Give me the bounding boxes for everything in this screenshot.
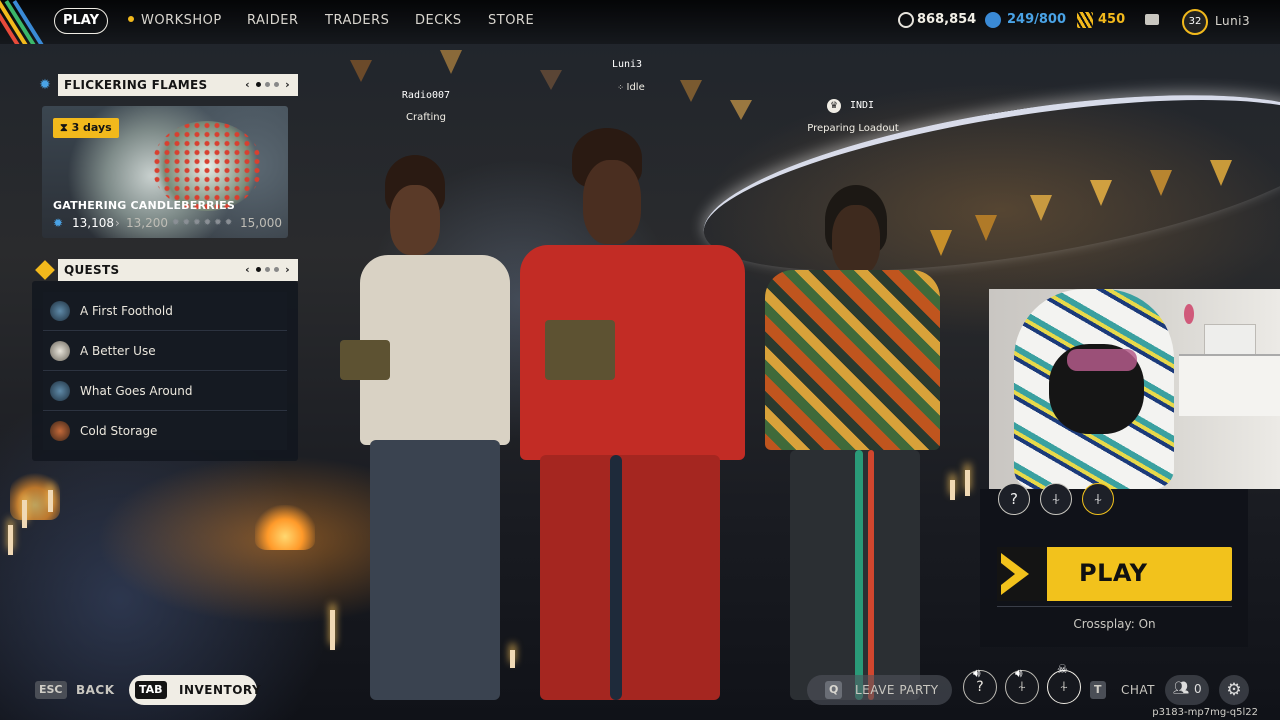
quest-label: A First Foothold	[80, 304, 173, 318]
play-chevron-icon	[997, 547, 1047, 601]
settings-gear-icon[interactable]: ⚙	[1219, 675, 1249, 705]
player-name[interactable]: Luni3	[1215, 14, 1250, 28]
event-progress-value: 13,108	[72, 216, 114, 230]
chevron-right-icon: ›	[115, 216, 120, 230]
raider-token-value: 249/800	[1007, 12, 1067, 27]
coins-icon	[898, 12, 914, 28]
nav-workshop-tab[interactable]: WORKSHOP	[128, 13, 222, 28]
raider-token-icon	[985, 12, 1001, 28]
event-card[interactable]: ⧗ 3 days GATHERING CANDLEBERRIES ✹ 13,10…	[42, 106, 288, 238]
event-progress-icon: ✹	[53, 216, 64, 230]
divider	[997, 606, 1232, 607]
top-nav: PLAY WORKSHOP RAIDER TRADERS DECKS STORE…	[0, 0, 1280, 44]
rainbow-stripe-decoration	[0, 0, 44, 44]
quest-item-a-better-use[interactable]: A Better Use	[43, 332, 287, 371]
quest-giver-avatar-icon	[50, 341, 70, 361]
nav-store-tab[interactable]: STORE	[488, 13, 534, 28]
cred-value: 450	[1098, 12, 1126, 27]
party-leader-name: INDI	[849, 100, 875, 111]
quest-giver-avatar-icon	[50, 301, 70, 321]
cred-icon	[1077, 12, 1093, 28]
party-member-status: Preparing Loadout	[807, 123, 899, 134]
gear-event-icon: ✹	[39, 77, 51, 93]
speaker-icon: 🔊︎	[1015, 666, 1023, 680]
quest-label: Cold Storage	[80, 424, 158, 438]
nav-decks-tab[interactable]: DECKS	[415, 13, 462, 28]
party-slot-unknown-icon[interactable]: ?	[998, 483, 1030, 515]
leave-party-label: LEAVE PARTY	[855, 683, 939, 697]
inventory-button[interactable]: TAB INVENTORY	[129, 675, 261, 705]
quests-panel-header: QUESTS ‹ ›	[58, 259, 298, 281]
party-member-name: Luni3	[611, 59, 643, 70]
quest-label: A Better Use	[80, 344, 156, 358]
party-slot-raider-icon[interactable]: ⍭	[1040, 483, 1072, 515]
mail-icon[interactable]	[1145, 14, 1159, 25]
back-button[interactable]: BACK	[76, 683, 115, 697]
quests-icon	[34, 259, 56, 281]
webcam-overlay	[989, 289, 1280, 489]
inventory-label: INVENTORY	[179, 683, 262, 697]
nav-traders-tab[interactable]: TRADERS	[325, 13, 389, 28]
build-id: p3183-mp7mg-q5l22	[1152, 707, 1258, 718]
party-member-status: Crafting	[406, 112, 446, 123]
party-member-status: ⁘ Idle	[606, 82, 656, 93]
friends-button[interactable]: 👥︎ 0	[1165, 675, 1209, 705]
quest-label: What Goes Around	[80, 384, 193, 398]
notification-dot-icon	[128, 16, 134, 22]
quests-list: A First Foothold A Better Use What Goes …	[32, 281, 298, 461]
quest-giver-avatar-icon	[50, 381, 70, 401]
nav-workshop-label: WORKSHOP	[141, 13, 222, 28]
quest-giver-avatar-icon	[50, 421, 70, 441]
hourglass-icon: ⧗	[60, 121, 72, 134]
event-goal: 15,000	[240, 216, 282, 230]
player-level-badge[interactable]: 32	[1182, 9, 1208, 35]
party-member-name: Radio007	[401, 90, 451, 101]
play-button-label: PLAY	[1079, 559, 1148, 587]
event-panel-header: FLICKERING FLAMES ‹ ›	[58, 74, 298, 96]
speaker-icon: 🔊︎	[973, 666, 981, 680]
party-member-status-text: Idle	[626, 82, 645, 93]
event-time-left: 3 days	[71, 121, 112, 134]
party-slot-raider-icon[interactable]: ⍭	[1082, 483, 1114, 515]
friends-count: 0	[1194, 682, 1202, 696]
tab-key-hint: TAB	[135, 681, 167, 699]
event-name: GATHERING CANDLEBERRIES	[53, 199, 235, 212]
quests-title: QUESTS	[64, 263, 120, 277]
t-key-hint: T	[1090, 681, 1106, 699]
crossplay-status: Crossplay: On	[1073, 617, 1156, 631]
event-title: FLICKERING FLAMES	[64, 78, 208, 92]
nav-play-tab[interactable]: PLAY	[54, 8, 108, 34]
chat-button[interactable]: CHAT	[1121, 683, 1155, 697]
leave-party-button[interactable]: Q LEAVE PARTY	[807, 675, 952, 705]
q-key-hint: Q	[825, 681, 843, 699]
idle-icon: ⁘	[617, 83, 627, 92]
event-time-badge: ⧗ 3 days	[53, 118, 119, 138]
quest-item-a-first-foothold[interactable]: A First Foothold	[43, 292, 287, 331]
play-button[interactable]: PLAY	[997, 547, 1232, 601]
nav-raider-tab[interactable]: RAIDER	[247, 13, 299, 28]
crown-icon: ♛	[827, 99, 841, 113]
quest-item-cold-storage[interactable]: Cold Storage	[43, 412, 287, 450]
quests-pager[interactable]: ‹ ›	[245, 259, 290, 281]
skull-icon: ☠	[1057, 662, 1068, 676]
event-milestone-dots: ✹✹✹✹✹✹	[172, 218, 236, 228]
candleberry-bush-image	[152, 121, 262, 211]
friends-icon: 👥︎	[1173, 681, 1190, 696]
event-pager[interactable]: ‹ ›	[245, 74, 290, 96]
event-next-milestone: 13,200	[126, 216, 168, 230]
coins-value: 868,854	[917, 12, 977, 27]
esc-key-hint: ESC	[35, 681, 67, 699]
quest-item-what-goes-around[interactable]: What Goes Around	[43, 372, 287, 411]
